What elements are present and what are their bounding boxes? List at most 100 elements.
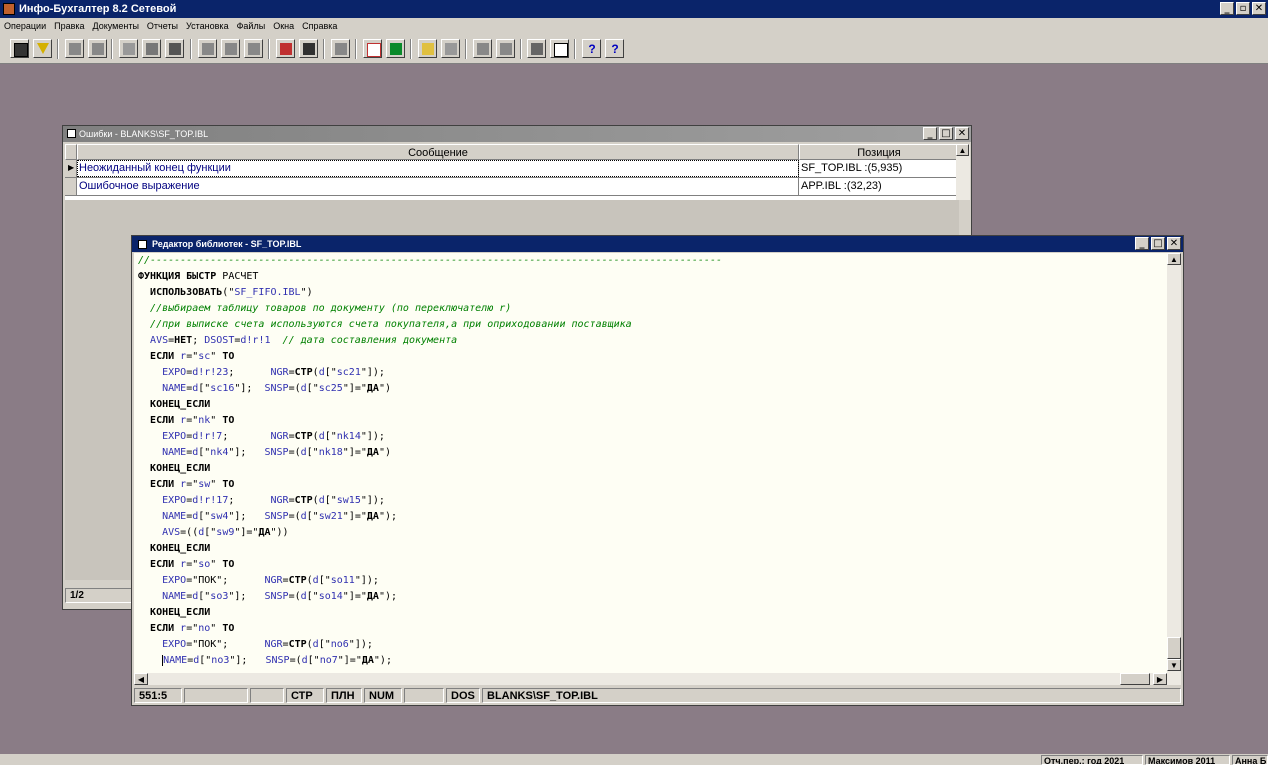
menu-files[interactable]: Файлы bbox=[233, 18, 270, 35]
print-icon[interactable] bbox=[527, 39, 546, 58]
disabled-icon[interactable] bbox=[88, 39, 107, 58]
replace-icon[interactable] bbox=[299, 39, 318, 58]
errors-vertical-scrollbar[interactable]: ▲ bbox=[956, 144, 970, 200]
code-editor[interactable]: //--------------------------------------… bbox=[134, 253, 1167, 685]
errors-title-bar: Ошибки - BLANKS\SF_TOP.IBL _ □ ✕ bbox=[63, 126, 971, 142]
disabled-icon[interactable] bbox=[65, 39, 84, 58]
library-editor-window[interactable]: Редактор библиотек - SF_TOP.IBL _ □ ✕ //… bbox=[131, 235, 1184, 706]
user-name: Максимов 2011 bbox=[1145, 755, 1230, 765]
scroll-down-icon[interactable]: ▼ bbox=[1167, 659, 1181, 671]
disabled-icon[interactable] bbox=[198, 39, 217, 58]
menu-reports[interactable]: Отчеты bbox=[143, 18, 182, 35]
close-button[interactable]: ✕ bbox=[1252, 2, 1266, 15]
menu-bar: Операции Правка Документы Отчеты Установ… bbox=[0, 18, 1268, 35]
errors-grid[interactable]: Сообщение Позиция ▶ Неожиданный конец фу… bbox=[65, 144, 959, 200]
menu-documents[interactable]: Документы bbox=[89, 18, 143, 35]
menu-edit[interactable]: Правка bbox=[50, 18, 88, 35]
code-line: EXPO=d!r!17; NGR=СТР(d["sw15"]); bbox=[162, 495, 385, 506]
table-row[interactable]: Ошибочное выражение APP.IBL :(32,23) bbox=[65, 178, 959, 196]
document-icon[interactable] bbox=[441, 39, 460, 58]
disabled-icon[interactable] bbox=[331, 39, 350, 58]
menu-windows[interactable]: Окна bbox=[269, 18, 298, 35]
row-indicator bbox=[65, 178, 77, 195]
plain-indicator: ПЛН bbox=[326, 688, 362, 703]
code-line: КОНЕЦ_ЕСЛИ bbox=[150, 463, 211, 474]
window-icon bbox=[67, 129, 76, 138]
app-title: Инфо-Бухгалтер 8.2 Сетевой bbox=[19, 3, 177, 15]
context-help-icon[interactable]: ? bbox=[605, 39, 624, 58]
open-folder-icon[interactable] bbox=[418, 39, 437, 58]
calendar-icon[interactable] bbox=[363, 39, 382, 58]
code-line: ФУНКЦИЯ БЫСТР РАСЧЕТ bbox=[138, 271, 259, 282]
status-cell bbox=[404, 688, 444, 703]
code-line: КОНЕЦ_ЕСЛИ bbox=[150, 399, 211, 410]
minimize-button[interactable]: _ bbox=[1135, 237, 1149, 250]
close-button[interactable]: ✕ bbox=[955, 127, 969, 140]
status-cell bbox=[184, 688, 248, 703]
table-row[interactable]: ▶ Неожиданный конец функции SF_TOP.IBL :… bbox=[65, 160, 959, 178]
code-line: EXPO="ПОК"; NGR=СТР(d["so11"]); bbox=[162, 575, 379, 586]
code-line: AVS=((d["sw9"]="ДА")) bbox=[162, 527, 289, 538]
position-cell[interactable]: APP.IBL :(32,23) bbox=[799, 178, 959, 195]
code-line: EXPO=d!r!23; NGR=СТР(d["sc21"]); bbox=[162, 367, 385, 378]
scroll-left-icon[interactable]: ◀ bbox=[134, 673, 148, 685]
encoding-indicator: DOS bbox=[446, 688, 480, 703]
extra-status: Анна Б bbox=[1232, 755, 1268, 765]
app-status-bar: Отч.пер.: год 2021 Максимов 2011 Анна Б bbox=[0, 754, 1268, 765]
help-icon[interactable]: ? bbox=[582, 39, 601, 58]
minimize-button[interactable]: _ bbox=[1220, 2, 1234, 15]
code-line: ЕСЛИ r="nk" ТО bbox=[150, 415, 235, 426]
toolbar: ? ? bbox=[0, 35, 1268, 64]
message-cell[interactable]: Неожиданный конец функции bbox=[77, 160, 799, 177]
filter-icon[interactable] bbox=[33, 39, 52, 58]
scroll-thumb[interactable] bbox=[1120, 673, 1150, 685]
menu-settings[interactable]: Установка bbox=[182, 18, 233, 35]
maximize-button[interactable]: ▫ bbox=[1236, 2, 1250, 15]
copy-icon[interactable] bbox=[142, 39, 161, 58]
clipboard-icon[interactable] bbox=[165, 39, 184, 58]
code-line: ЕСЛИ r="sc" ТО bbox=[150, 351, 235, 362]
message-cell[interactable]: Ошибочное выражение bbox=[77, 178, 799, 195]
cursor-position: 551:5 bbox=[134, 688, 182, 703]
disabled-icon[interactable] bbox=[221, 39, 240, 58]
minimize-button[interactable]: _ bbox=[923, 127, 937, 140]
preview-icon[interactable] bbox=[550, 39, 569, 58]
row-pointer-icon: ▶ bbox=[65, 160, 77, 177]
disabled-icon[interactable] bbox=[244, 39, 263, 58]
maximize-button[interactable]: □ bbox=[939, 127, 953, 140]
code-line: КОНЕЦ_ЕСЛИ bbox=[150, 543, 211, 554]
code-line: ЕСЛИ r="no" ТО bbox=[150, 623, 235, 634]
editor-horizontal-scrollbar[interactable]: ◀ ▶ bbox=[134, 673, 1167, 685]
grid-view-icon[interactable] bbox=[10, 39, 29, 58]
row-indicator-header bbox=[65, 144, 77, 160]
position-cell[interactable]: SF_TOP.IBL :(5,935) bbox=[799, 160, 959, 177]
scroll-up-icon[interactable]: ▲ bbox=[1167, 253, 1181, 265]
menu-operations[interactable]: Операции bbox=[0, 18, 50, 35]
window-icon bbox=[138, 240, 147, 249]
overwrite-indicator: СТР bbox=[286, 688, 324, 703]
menu-help[interactable]: Справка bbox=[298, 18, 341, 35]
app-title-bar: Инфо-Бухгалтер 8.2 Сетевой _ ▫ ✕ bbox=[0, 0, 1268, 18]
code-line: //--------------------------------------… bbox=[138, 255, 722, 266]
editor-title-bar: Редактор библиотек - SF_TOP.IBL _ □ ✕ bbox=[132, 236, 1183, 252]
maximize-button[interactable]: □ bbox=[1151, 237, 1165, 250]
code-line: NAME=d["nk4"]; SNSP=(d["nk18"]="ДА") bbox=[162, 447, 391, 458]
code-line: //при выписке счета используются счета п… bbox=[150, 319, 632, 330]
scroll-up-icon[interactable]: ▲ bbox=[956, 144, 969, 156]
code-line: EXPO="ПОК"; NGR=СТР(d["no6"]); bbox=[162, 639, 373, 650]
editor-vertical-scrollbar[interactable]: ▲ ▼ bbox=[1167, 253, 1181, 685]
search-icon[interactable] bbox=[276, 39, 295, 58]
close-button[interactable]: ✕ bbox=[1167, 237, 1181, 250]
record-counter: 1/2 bbox=[65, 588, 133, 603]
disabled-icon[interactable] bbox=[496, 39, 515, 58]
code-line: ЕСЛИ r="sw" ТО bbox=[150, 479, 235, 490]
scroll-thumb[interactable] bbox=[1167, 637, 1181, 659]
calculator-icon[interactable] bbox=[386, 39, 405, 58]
code-line: NAME=d["no3"]; SNSP=(d["no7"]="ДА"); bbox=[162, 655, 392, 666]
scroll-right-icon[interactable]: ▶ bbox=[1153, 673, 1167, 685]
delete-icon[interactable] bbox=[119, 39, 138, 58]
code-line: ЕСЛИ r="so" ТО bbox=[150, 559, 235, 570]
column-header-position[interactable]: Позиция bbox=[799, 144, 959, 160]
column-header-message[interactable]: Сообщение bbox=[77, 144, 799, 160]
disabled-icon[interactable] bbox=[473, 39, 492, 58]
